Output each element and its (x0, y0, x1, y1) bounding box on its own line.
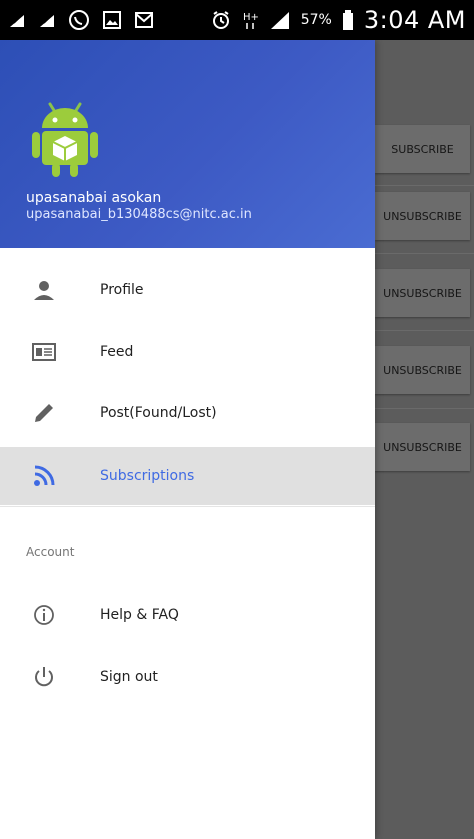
person-icon (30, 276, 58, 304)
gmail-icon (134, 11, 154, 29)
nav-item-label: Profile (100, 282, 144, 298)
cleanup-icon (38, 11, 56, 29)
whatsapp-icon (68, 9, 90, 31)
nav-item-label: Post(Found/Lost) (100, 405, 217, 421)
navigation-drawer: upasanabai asokan upasanabai_b130488cs@n… (0, 40, 375, 839)
unsubscribe-button[interactable]: UNSUBSCRIBE (375, 192, 470, 240)
nav-item-label: Help & FAQ (100, 607, 179, 623)
notification-icons (8, 9, 154, 31)
list-divider (375, 330, 474, 331)
user-name: upasanabai asokan (26, 190, 162, 206)
gallery-icon (102, 10, 122, 30)
list-divider (375, 408, 474, 409)
status-time: 3:04 AM (363, 6, 466, 34)
nav-item-feed[interactable]: Feed (0, 323, 375, 381)
battery-percentage: 57% (300, 12, 332, 28)
svg-text:H+: H+ (243, 12, 259, 23)
drawer-header: upasanabai asokan upasanabai_b130488cs@n… (0, 40, 375, 248)
nav-item-label: Subscriptions (100, 468, 195, 484)
user-email: upasanabai_b130488cs@nitc.ac.in (26, 207, 252, 222)
drawer-divider (0, 506, 375, 507)
network-hplus-icon: H+ (241, 10, 259, 30)
pencil-icon (30, 399, 58, 427)
rss-icon (30, 462, 58, 490)
list-divider (375, 185, 474, 186)
nav-item-profile[interactable]: Profile (0, 261, 375, 319)
system-icons: H+ 57% 3:04 AM (211, 6, 466, 34)
signal-icon (269, 10, 291, 30)
list-divider (375, 253, 474, 254)
alarm-icon (211, 10, 231, 30)
status-bar: H+ 57% 3:04 AM (0, 0, 474, 40)
battery-icon (342, 10, 354, 30)
android-avatar-icon (30, 98, 100, 178)
unsubscribe-button[interactable]: UNSUBSCRIBE (375, 269, 470, 317)
cleanup-icon (8, 11, 26, 29)
newspaper-icon (30, 338, 58, 366)
nav-item-post[interactable]: Post(Found/Lost) (0, 384, 375, 442)
info-icon (30, 601, 58, 629)
subscribe-button[interactable]: SUBSCRIBE (375, 125, 470, 173)
unsubscribe-button[interactable]: UNSUBSCRIBE (375, 423, 470, 471)
unsubscribe-button[interactable]: UNSUBSCRIBE (375, 346, 470, 394)
section-heading: Account (26, 545, 75, 559)
nav-item-help[interactable]: Help & FAQ (0, 586, 375, 644)
nav-item-subscriptions[interactable]: Subscriptions (0, 447, 375, 505)
nav-item-label: Feed (100, 344, 134, 360)
nav-item-label: Sign out (100, 669, 158, 685)
nav-item-sign-out[interactable]: Sign out (0, 648, 375, 706)
background-content: SUBSCRIBE UNSUBSCRIBE UNSUBSCRIBE UNSUBS… (375, 40, 474, 839)
power-icon (30, 663, 58, 691)
